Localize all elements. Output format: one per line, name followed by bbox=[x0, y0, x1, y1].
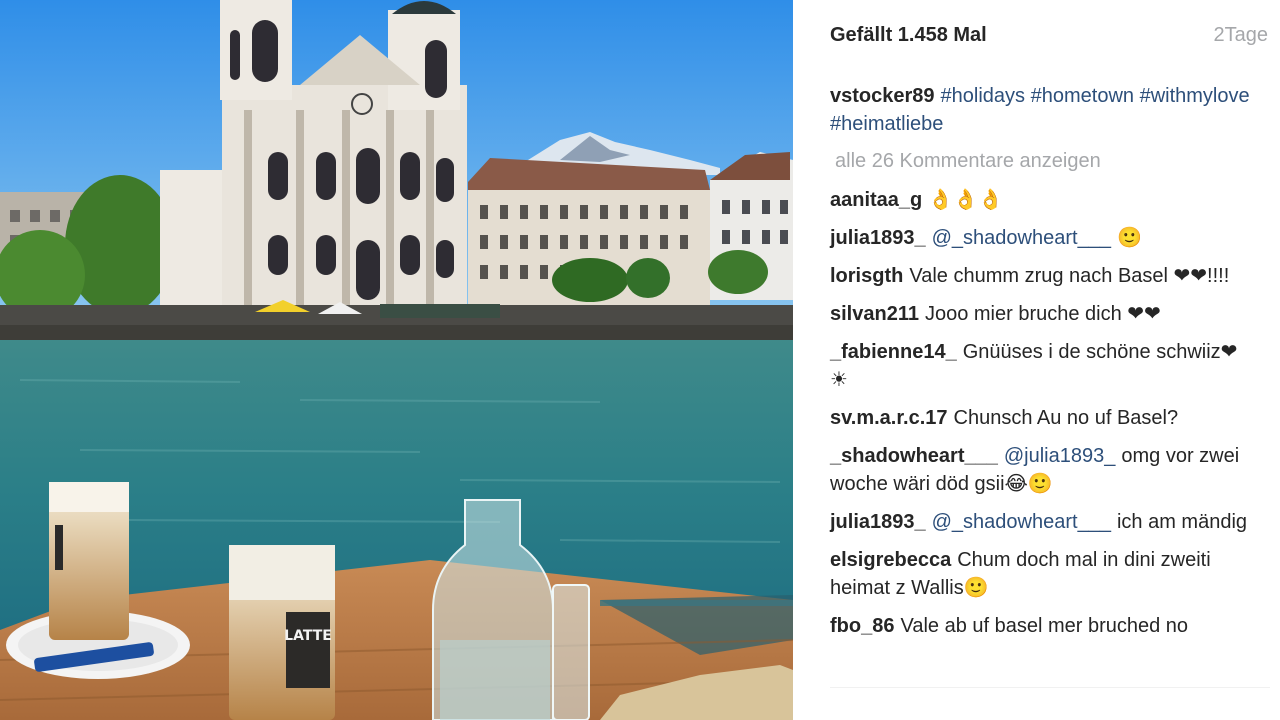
comment: silvan211 Jooo mier bruche dich ❤❤ bbox=[830, 300, 1250, 328]
comment-text: Jooo mier bruche dich ❤❤ bbox=[924, 303, 1161, 325]
comment-username[interactable]: sv.m.a.r.c.17 bbox=[830, 407, 948, 429]
post-side-panel: Gefällt 1.458 Mal 2Tage vstocker89 #holid… bbox=[793, 0, 1280, 720]
hashtag[interactable]: #holidays bbox=[941, 85, 1026, 107]
comment-username[interactable]: _fabienne14_ bbox=[830, 341, 957, 363]
comment-text: ich am mändig bbox=[1116, 511, 1248, 533]
comment-text: 👌👌👌 bbox=[928, 189, 1003, 211]
hashtag[interactable]: #withmylove bbox=[1140, 85, 1250, 107]
comment: julia1893_ @_shadowheart___ ich am mändig bbox=[830, 508, 1250, 536]
comment-mention[interactable]: @_shadowheart___ bbox=[932, 511, 1111, 533]
comment-username[interactable]: _shadowheart___ bbox=[830, 445, 998, 467]
comment-fade bbox=[793, 684, 1280, 720]
comment-text: Vale chumm zrug nach Basel ❤❤!!!! bbox=[909, 265, 1230, 287]
likes-row: Gefällt 1.458 Mal 2Tage bbox=[830, 24, 1268, 52]
hashtag[interactable]: #hometown bbox=[1031, 85, 1134, 107]
comment: elsigrebecca Chum doch mal in dini zweiti… bbox=[830, 546, 1250, 602]
comment: julia1893_ @_shadowheart___ 🙂 bbox=[830, 224, 1250, 252]
comment-text: Chunsch Au no uf Basel? bbox=[953, 407, 1179, 429]
comment-mention[interactable]: @_shadowheart___ bbox=[932, 227, 1111, 249]
comment-username[interactable]: aanitaa_g bbox=[830, 189, 922, 211]
comment: lorisgth Vale chumm zrug nach Basel ❤❤!!!… bbox=[830, 262, 1250, 290]
comment: fbo_86 Vale ab uf basel mer bruched no bbox=[830, 612, 1250, 640]
comment-text: 🙂 bbox=[1116, 227, 1142, 249]
comment: sv.m.a.r.c.17 Chunsch Au no uf Basel? bbox=[830, 404, 1250, 432]
post-age[interactable]: 2Tage bbox=[1214, 24, 1269, 47]
comment-username[interactable]: fbo_86 bbox=[830, 615, 894, 637]
comment: _fabienne14_ Gnüüses i de schöne schwiiz❤… bbox=[830, 338, 1250, 394]
comment-list: aanitaa_g 👌👌👌 julia1893_ @_shadowheart___ 🙂… bbox=[830, 186, 1250, 650]
likes-count[interactable]: Gefällt 1.458 Mal bbox=[830, 24, 987, 47]
comment: _shadowheart___ @julia1893_ omg vor zwei w… bbox=[830, 442, 1250, 498]
comment-mention[interactable]: @julia1893_ bbox=[1004, 445, 1116, 467]
comment-username[interactable]: silvan211 bbox=[830, 303, 919, 325]
show-all-comments-link[interactable]: alle 26 Kommentare anzeigen bbox=[835, 150, 1101, 173]
hashtag[interactable]: #heimatliebe bbox=[830, 113, 943, 135]
caption-username[interactable]: vstocker89 bbox=[830, 85, 935, 107]
comment-text: Vale ab uf basel mer bruched no bbox=[900, 615, 1189, 637]
comment-username[interactable]: lorisgth bbox=[830, 265, 903, 287]
post-caption: vstocker89 #holidays #hometown #withmylov… bbox=[830, 82, 1250, 138]
comment-username[interactable]: julia1893_ bbox=[830, 227, 926, 249]
post-photo[interactable]: LATTE bbox=[0, 0, 793, 720]
comment-username[interactable]: elsigrebecca bbox=[830, 549, 951, 571]
cup-label: LATTE bbox=[284, 628, 332, 644]
photo-image: LATTE bbox=[0, 0, 793, 720]
comment-username[interactable]: julia1893_ bbox=[830, 511, 926, 533]
comment: aanitaa_g 👌👌👌 bbox=[830, 186, 1250, 214]
